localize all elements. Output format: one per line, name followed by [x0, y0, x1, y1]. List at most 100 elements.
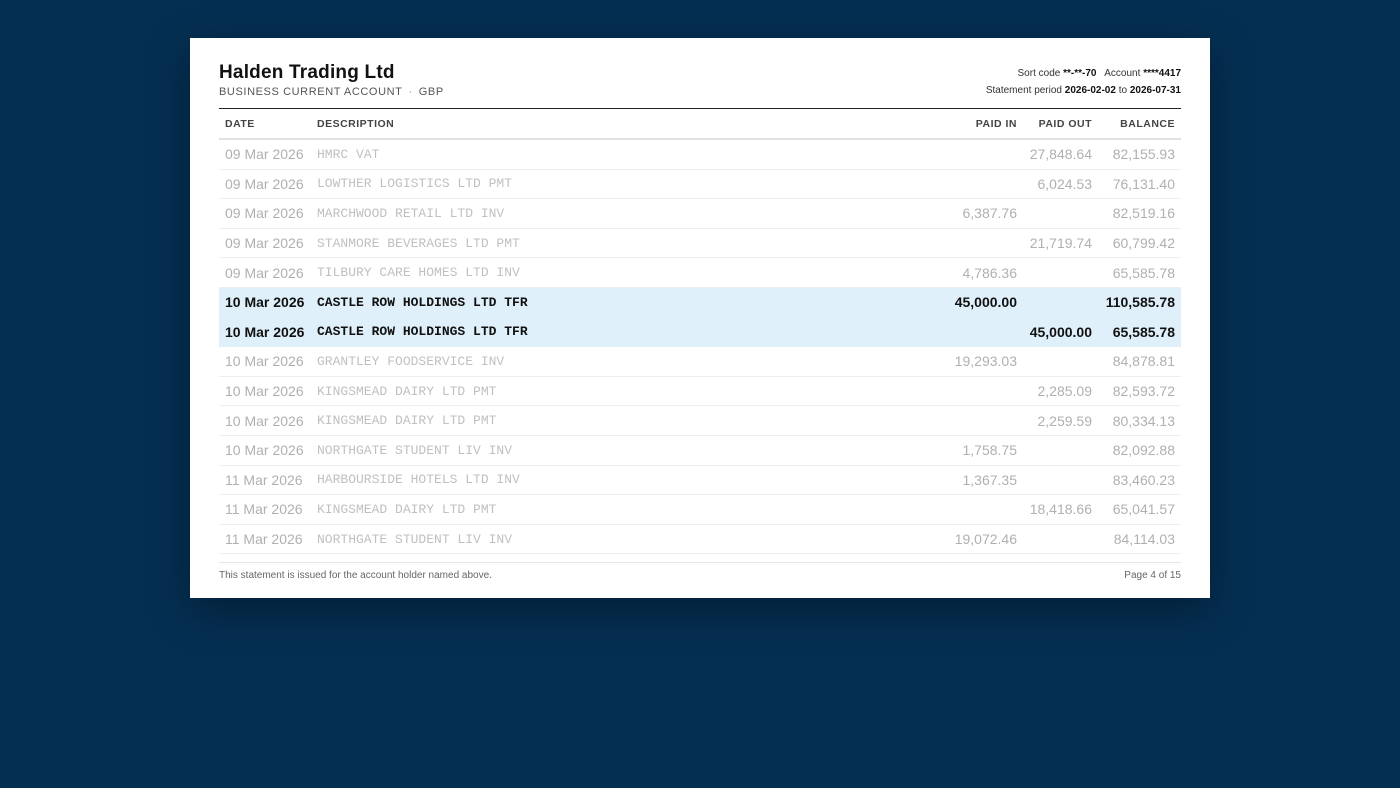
- table-row: 11 Mar 2026 NORTHGATE STUDENT LIV INV 19,0…: [219, 524, 1181, 555]
- cell-description: HARBOURSIDE HOTELS LTD INV: [311, 465, 921, 496]
- cell-paid-out: 2,285.09: [1023, 376, 1098, 407]
- cell-date: 10 Mar 2026: [219, 435, 311, 466]
- account-number: ****4417: [1143, 68, 1181, 79]
- statement-header: Halden Trading Ltd BUSINESS CURRENT ACCO…: [219, 62, 1181, 108]
- account-identifiers: Sort code **-**-70 Account ****4417: [986, 65, 1181, 82]
- cell-balance: 65,041.57: [1098, 494, 1181, 525]
- statement-period: Statement period 2026-02-02 to 2026-07-3…: [986, 82, 1181, 99]
- cell-date: 10 Mar 2026: [219, 405, 311, 436]
- cell-paid-in: 6,387.76: [921, 198, 1023, 229]
- period-to: to: [1118, 85, 1128, 96]
- cell-description: GRANTLEY FOODSERVICE INV: [311, 346, 921, 377]
- cell-date: 09 Mar 2026: [219, 139, 311, 170]
- table-row: 09 Mar 2026 HMRC VAT 27,848.64 82,155.93: [219, 139, 1181, 170]
- transactions-body: 09 Mar 2026 HMRC VAT 27,848.64 82,155.93 09 …: [219, 139, 1181, 555]
- cell-date: 11 Mar 2026: [219, 494, 311, 525]
- cell-paid-out: [1023, 435, 1098, 466]
- cell-date: 09 Mar 2026: [219, 169, 311, 200]
- cell-paid-out: 27,848.64: [1023, 139, 1098, 170]
- cell-paid-in: 1,367.35: [921, 465, 1023, 496]
- cell-paid-in: 4,786.36: [921, 257, 1023, 288]
- cell-description: STANMORE BEVERAGES LTD PMT: [311, 228, 921, 259]
- cell-date: 10 Mar 2026: [219, 376, 311, 407]
- cell-description: TILBURY CARE HOMES LTD INV: [311, 257, 921, 288]
- cell-balance: 60,799.42: [1098, 228, 1181, 259]
- cell-date: 10 Mar 2026: [219, 346, 311, 377]
- cell-paid-out: [1023, 346, 1098, 377]
- account-meta: Sort code **-**-70 Account ****4417 Stat…: [986, 65, 1181, 99]
- cell-paid-in: [921, 494, 1023, 525]
- account-type-line: BUSINESS CURRENT ACCOUNT · GBP: [219, 86, 444, 98]
- cell-description: CASTLE ROW HOLDINGS LTD TFR: [311, 287, 921, 318]
- cell-paid-out: [1023, 524, 1098, 555]
- cell-paid-in: 1,758.75: [921, 435, 1023, 466]
- cell-paid-out: 6,024.53: [1023, 169, 1098, 200]
- table-row: 09 Mar 2026 MARCHWOOD RETAIL LTD INV 6,387…: [219, 198, 1181, 229]
- table-row: 10 Mar 2026 CASTLE ROW HOLDINGS LTD TFR 45…: [219, 287, 1181, 318]
- footer-divider: [219, 562, 1181, 563]
- table-row: 10 Mar 2026 KINGSMEAD DAIRY LTD PMT 2,259.…: [219, 405, 1181, 436]
- cell-paid-in: [921, 405, 1023, 436]
- col-paid-out: PAID OUT: [1023, 110, 1098, 140]
- table-row: 10 Mar 2026 NORTHGATE STUDENT LIV INV 1,75…: [219, 435, 1181, 466]
- sort-code-label: Sort code: [1017, 68, 1061, 79]
- cell-description: MARCHWOOD RETAIL LTD INV: [311, 198, 921, 229]
- table-row: 09 Mar 2026 TILBURY CARE HOMES LTD INV 4,7…: [219, 257, 1181, 288]
- cell-paid-out: 45,000.00: [1023, 317, 1098, 348]
- cell-balance: 76,131.40: [1098, 169, 1181, 200]
- cell-balance: 110,585.78: [1098, 287, 1181, 318]
- cell-paid-in: [921, 139, 1023, 170]
- cell-balance: 84,114.03: [1098, 524, 1181, 555]
- period-start: 2026-02-02: [1064, 85, 1116, 96]
- cell-paid-in: [921, 376, 1023, 407]
- cell-description: NORTHGATE STUDENT LIV INV: [311, 524, 921, 555]
- col-description: DESCRIPTION: [311, 110, 921, 140]
- col-date: DATE: [219, 110, 311, 140]
- cell-paid-out: 18,418.66: [1023, 494, 1098, 525]
- cell-date: 10 Mar 2026: [219, 287, 311, 318]
- cell-balance: 65,585.78: [1098, 257, 1181, 288]
- cell-description: LOWTHER LOGISTICS LTD PMT: [311, 169, 921, 200]
- cell-paid-in: [921, 317, 1023, 348]
- cell-date: 10 Mar 2026: [219, 317, 311, 348]
- account-type: BUSINESS CURRENT ACCOUNT: [219, 86, 403, 98]
- cell-paid-in: [921, 228, 1023, 259]
- cell-date: 09 Mar 2026: [219, 228, 311, 259]
- cell-balance: 82,519.16: [1098, 198, 1181, 229]
- sort-code: **-**-70: [1063, 68, 1097, 79]
- table-row: 10 Mar 2026 CASTLE ROW HOLDINGS LTD TFR 45…: [219, 317, 1181, 348]
- col-paid-in: PAID IN: [921, 110, 1023, 140]
- table-header-row: DATE DESCRIPTION PAID IN PAID OUT BALANC…: [219, 110, 1181, 140]
- cell-description: HMRC VAT: [311, 139, 921, 170]
- table-row: 11 Mar 2026 HARBOURSIDE HOTELS LTD INV 1,3…: [219, 465, 1181, 496]
- table-row: 09 Mar 2026 LOWTHER LOGISTICS LTD PMT 6,02…: [219, 169, 1181, 200]
- table-row: 11 Mar 2026 KINGSMEAD DAIRY LTD PMT 18,418…: [219, 494, 1181, 525]
- cell-balance: 80,334.13: [1098, 405, 1181, 436]
- col-balance: BALANCE: [1098, 110, 1181, 140]
- cell-paid-out: [1023, 198, 1098, 229]
- cell-balance: 82,092.88: [1098, 435, 1181, 466]
- header-divider: [219, 108, 1181, 109]
- cell-paid-in: 19,293.03: [921, 346, 1023, 377]
- cell-balance: 65,585.78: [1098, 317, 1181, 348]
- cell-paid-out: 2,259.59: [1023, 405, 1098, 436]
- cell-description: KINGSMEAD DAIRY LTD PMT: [311, 376, 921, 407]
- separator-dot: ·: [408, 86, 413, 98]
- cell-description: KINGSMEAD DAIRY LTD PMT: [311, 494, 921, 525]
- table-row: 10 Mar 2026 GRANTLEY FOODSERVICE INV 19,29…: [219, 346, 1181, 377]
- table-row: 09 Mar 2026 STANMORE BEVERAGES LTD PMT 21,…: [219, 228, 1181, 259]
- cell-date: 11 Mar 2026: [219, 465, 311, 496]
- table-row: 10 Mar 2026 KINGSMEAD DAIRY LTD PMT 2,285.…: [219, 376, 1181, 407]
- cell-paid-in: 19,072.46: [921, 524, 1023, 555]
- cell-date: 11 Mar 2026: [219, 524, 311, 555]
- cell-balance: 82,155.93: [1098, 139, 1181, 170]
- period-end: 2026-07-31: [1129, 85, 1181, 96]
- cell-paid-out: 21,719.74: [1023, 228, 1098, 259]
- cell-description: NORTHGATE STUDENT LIV INV: [311, 435, 921, 466]
- cell-date: 09 Mar 2026: [219, 257, 311, 288]
- cell-balance: 82,593.72: [1098, 376, 1181, 407]
- company-name: Halden Trading Ltd: [219, 62, 395, 83]
- period-label: Statement period: [985, 85, 1062, 96]
- cell-description: CASTLE ROW HOLDINGS LTD TFR: [311, 317, 921, 348]
- statement-page: Halden Trading Ltd BUSINESS CURRENT ACCO…: [190, 38, 1210, 598]
